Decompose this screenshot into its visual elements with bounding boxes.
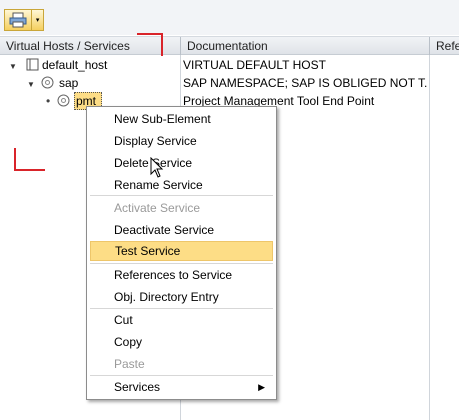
expand-triangle-icon[interactable]: ▼ xyxy=(8,56,22,74)
print-icon xyxy=(5,10,31,30)
host-icon xyxy=(26,58,39,71)
menu-item-cut[interactable]: Cut xyxy=(90,310,273,330)
menu-item-references-to-service[interactable]: References to Service xyxy=(90,265,273,285)
tree-doc: SAP NAMESPACE; SAP IS OBLIGED NOT T... xyxy=(183,76,427,90)
menu-item-display-service[interactable]: Display Service xyxy=(90,131,273,151)
column-header-documentation[interactable]: Documentation xyxy=(181,37,429,55)
menu-separator xyxy=(90,375,273,376)
service-icon xyxy=(57,94,70,107)
menu-item-copy[interactable]: Copy xyxy=(90,332,273,352)
expand-triangle-icon[interactable]: ▼ xyxy=(26,74,40,92)
chevron-down-icon[interactable]: ▾ xyxy=(31,10,43,30)
table-header: Virtual Hosts / Services Documentation R… xyxy=(0,36,459,55)
menu-item-deactivate-service[interactable]: Deactivate Service xyxy=(90,220,273,240)
tree-label: sap xyxy=(59,76,79,90)
menu-item-label: Services xyxy=(114,380,161,394)
menu-item-activate-service: Activate Service xyxy=(114,201,201,215)
menu-item-services[interactable]: Services ▶ xyxy=(90,377,273,397)
service-icon xyxy=(41,76,54,89)
menu-item-paste: Paste xyxy=(114,357,145,371)
menu-separator xyxy=(90,308,273,309)
menu-separator xyxy=(90,263,273,264)
menu-item-obj-directory-entry[interactable]: Obj. Directory Entry xyxy=(90,287,273,307)
annotation-mark xyxy=(137,33,163,35)
column-header-references[interactable]: Refe xyxy=(430,37,459,55)
menu-item-delete-service[interactable]: Delete Service xyxy=(90,153,273,173)
tree-label: default_host xyxy=(42,58,108,72)
toolbar: ▾ xyxy=(0,0,459,35)
context-menu: New Sub-Element Display Service Delete S… xyxy=(86,106,277,400)
menu-item-new-sub-element[interactable]: New Sub-Element xyxy=(90,109,273,129)
annotation-mark xyxy=(14,169,45,171)
annotation-mark xyxy=(14,148,16,171)
print-dropdown-button[interactable]: ▾ xyxy=(4,9,44,31)
column-header-services[interactable]: Virtual Hosts / Services xyxy=(0,37,180,55)
annotation-mark xyxy=(161,33,163,56)
leaf-bullet-icon: • xyxy=(46,94,51,108)
tree-row-sap[interactable]: ▼ sap SAP NAMESPACE; SAP IS OBLIGED NOT … xyxy=(0,74,459,92)
chevron-right-icon: ▶ xyxy=(258,382,265,392)
mouse-pointer-icon xyxy=(150,156,164,182)
tree-doc: VIRTUAL DEFAULT HOST xyxy=(183,58,326,72)
menu-item-rename-service[interactable]: Rename Service xyxy=(90,175,273,195)
menu-item-test-service[interactable]: Test Service xyxy=(90,241,273,261)
menu-separator xyxy=(90,195,273,196)
tree-row-default-host[interactable]: ▼ default_host VIRTUAL DEFAULT HOST xyxy=(0,56,459,74)
